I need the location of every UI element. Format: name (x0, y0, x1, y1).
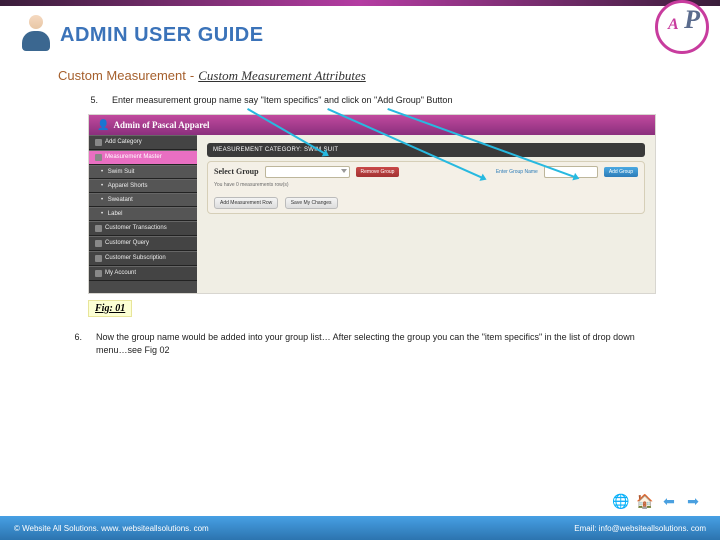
row-count-text: You have 0 measurements row(s) (214, 182, 638, 188)
add-icon (95, 139, 102, 146)
brand-logo: PA (654, 0, 710, 70)
sidebar-subitem: • Label (89, 207, 197, 221)
footer-copyright: © Website All Solutions. www. websiteall… (14, 524, 209, 533)
home-icon[interactable]: 🏠 (636, 492, 654, 510)
sidebar-item: Customer Subscription (89, 251, 197, 266)
slide-nav: 🌐 🏠 ⬅ ➡ (612, 492, 702, 510)
sidebar-item-active: Measurement Master (89, 150, 197, 165)
step-text: Enter measurement group name say "Item s… (112, 94, 660, 108)
figure-1: Admin of Pascal Apparel Add Category Mea… (88, 114, 656, 317)
master-icon (95, 154, 102, 161)
card-icon (95, 225, 102, 232)
select-group-panel: Select Group Remove Group Enter Group Na… (207, 161, 645, 214)
step-6: 6. Now the group name would be added int… (64, 331, 660, 358)
step-5: 5. Enter measurement group name say "Ite… (80, 94, 660, 108)
figure-caption: Fig: 01 (88, 300, 132, 317)
remove-group-button[interactable]: Remove Group (356, 167, 400, 177)
category-header: MEASUREMENT CATEGORY: SWIM SUIT (207, 143, 645, 157)
sidebar-item: Customer Query (89, 236, 197, 251)
step-number: 5. (80, 94, 98, 108)
header: ADMIN USER GUIDE PA (0, 6, 720, 64)
step-text: Now the group name would be added into y… (96, 331, 660, 358)
user-icon (95, 270, 102, 277)
sidebar-subitem: • Swim Suit (89, 165, 197, 179)
sidebar-item: My Account (89, 266, 197, 281)
mail-icon (95, 255, 102, 262)
breadcrumb-main: Custom Measurement (58, 68, 186, 83)
select-group-label: Select Group (214, 167, 259, 176)
group-dropdown[interactable] (265, 166, 350, 178)
breadcrumb: Custom Measurement - Custom Measurement … (58, 68, 720, 84)
sidebar-subitem: • Sweatant (89, 193, 197, 207)
page-title: ADMIN USER GUIDE (60, 24, 264, 47)
screenshot-sidebar: Add Category Measurement Master • Swim S… (89, 135, 197, 293)
save-changes-button[interactable]: Save My Changes (285, 197, 338, 209)
breadcrumb-sub: Custom Measurement Attributes (198, 68, 366, 84)
sidebar-item: Add Category (89, 135, 197, 150)
footer-email: Email: info@websiteallsolutions. com (574, 524, 706, 533)
step-number: 6. (64, 331, 82, 358)
enter-name-hint: Enter Group Name (496, 169, 538, 175)
next-icon[interactable]: ➡ (684, 492, 702, 510)
screenshot-main: MEASUREMENT CATEGORY: SWIM SUIT Select G… (197, 135, 655, 293)
screenshot-titlebar: Admin of Pascal Apparel (89, 115, 655, 135)
avatar-icon (18, 15, 54, 55)
add-row-button[interactable]: Add Measurement Row (214, 197, 278, 209)
footer: © Website All Solutions. www. websiteall… (0, 516, 720, 540)
chat-icon (95, 240, 102, 247)
screenshot-admin-panel: Admin of Pascal Apparel Add Category Mea… (88, 114, 656, 294)
globe-icon[interactable]: 🌐 (612, 492, 630, 510)
sidebar-item: Customer Transactions (89, 221, 197, 236)
prev-icon[interactable]: ⬅ (660, 492, 678, 510)
add-group-button[interactable]: Add Group (604, 167, 638, 177)
sidebar-subitem: • Apparel Shorts (89, 179, 197, 193)
breadcrumb-sep: - (190, 68, 194, 83)
